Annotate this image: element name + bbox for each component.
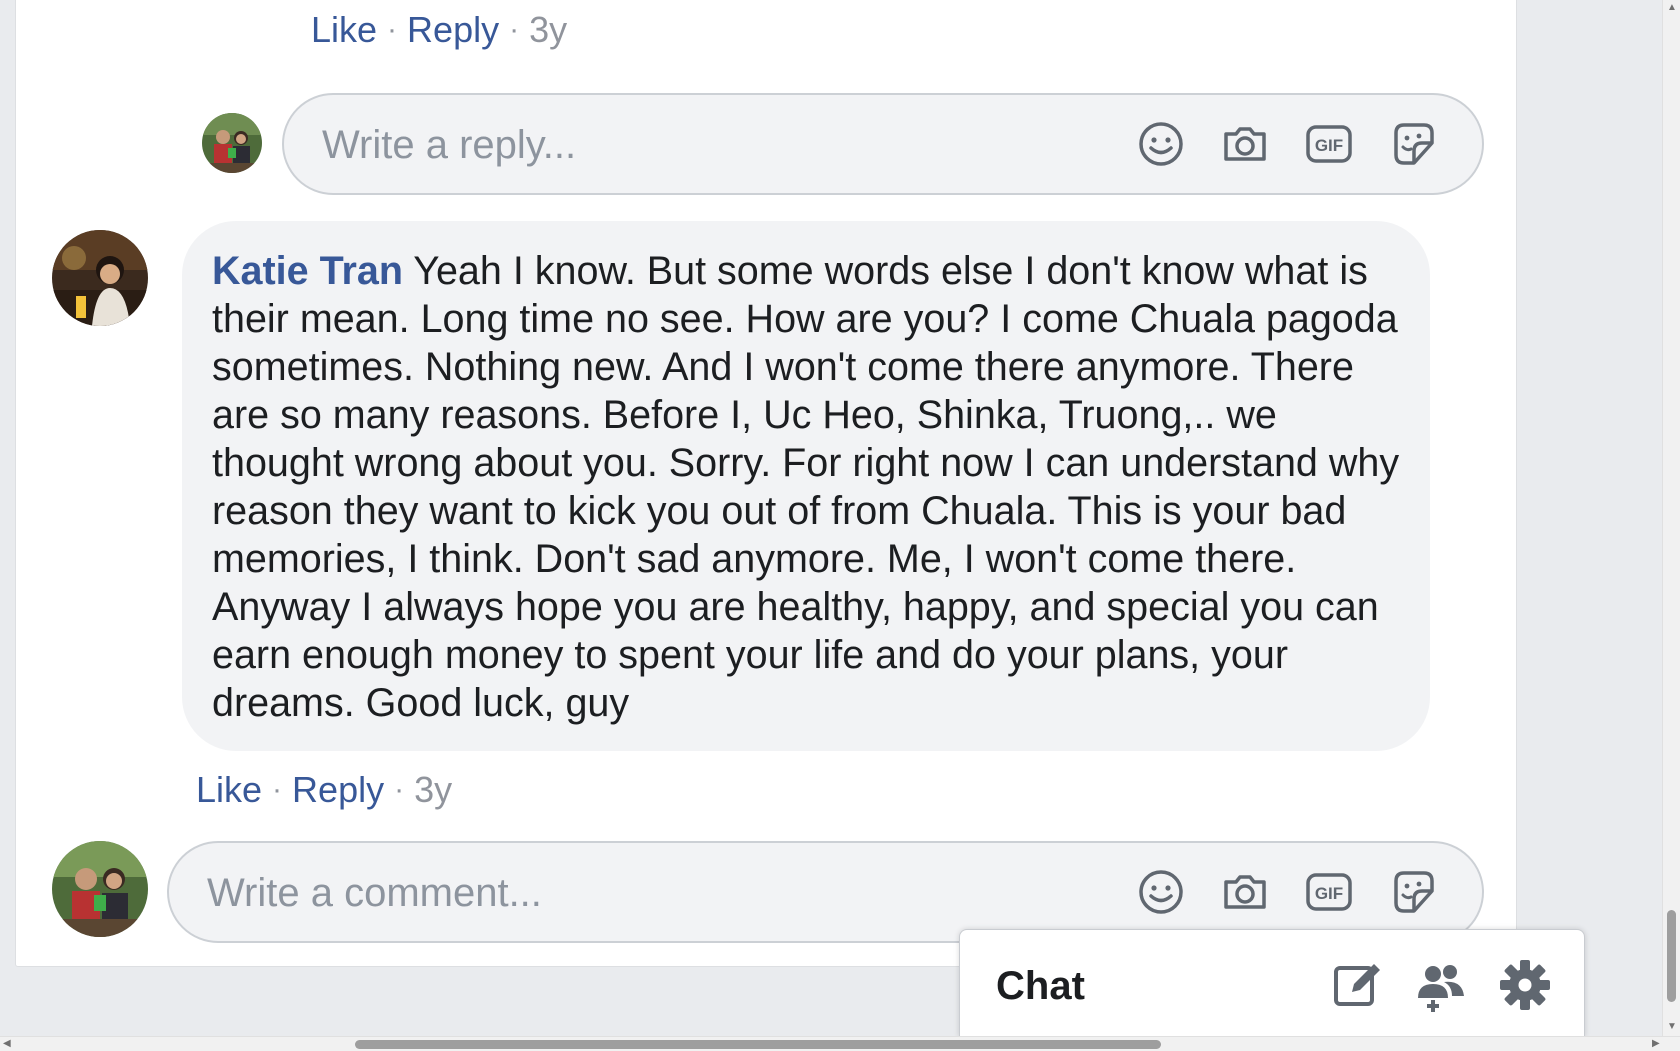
sticker-icon[interactable] — [1388, 119, 1438, 169]
comment-actions: Like · Reply · 3y — [196, 769, 452, 811]
previous-reply-actions: Like · Reply · 3y — [311, 9, 567, 51]
like-link[interactable]: Like — [196, 769, 262, 811]
comment-bubble: Katie Tran Yeah I know. But some words e… — [182, 221, 1430, 751]
comment-input[interactable] — [205, 843, 969, 943]
separator-dot: · — [272, 773, 283, 806]
separator-dot: · — [509, 13, 520, 46]
settings-gear-icon[interactable] — [1498, 958, 1552, 1012]
compose-icon[interactable] — [1330, 958, 1384, 1012]
like-link[interactable]: Like — [311, 9, 377, 51]
timestamp: 3y — [529, 9, 568, 50]
vertical-scrollbar[interactable]: ▲ ▼ — [1662, 0, 1680, 1036]
camera-icon[interactable] — [1220, 867, 1270, 917]
scroll-down-arrow-icon[interactable]: ▼ — [1667, 1022, 1677, 1032]
emoji-icon[interactable] — [1136, 119, 1186, 169]
horizontal-scrollbar[interactable]: ◀ ▶ — [0, 1036, 1680, 1051]
reply-link[interactable]: Reply — [407, 9, 499, 51]
chat-sidebar-bar[interactable]: Chat — [959, 929, 1585, 1036]
comment-text: Yeah I know. But some words else I don't… — [212, 249, 1400, 725]
chat-title[interactable]: Chat — [996, 964, 1085, 1009]
svg-text:GIF: GIF — [1315, 884, 1343, 903]
separator-dot: · — [394, 773, 405, 806]
create-group-icon[interactable] — [1414, 958, 1468, 1012]
comment-input-box[interactable]: GIF — [167, 841, 1484, 943]
post-comments-card: Like · Reply · 3y Write a reply... GIF K… — [15, 0, 1517, 967]
horizontal-scrollbar-thumb[interactable] — [355, 1040, 1161, 1049]
timestamp: 3y — [414, 769, 453, 810]
comment-author-link[interactable]: Katie Tran — [212, 249, 403, 293]
current-user-avatar[interactable] — [52, 841, 148, 937]
separator-dot: · — [387, 13, 398, 46]
scroll-right-arrow-icon[interactable]: ▶ — [1652, 1038, 1660, 1049]
scroll-up-arrow-icon[interactable]: ▲ — [1667, 3, 1677, 13]
current-user-avatar-small[interactable] — [202, 113, 262, 173]
emoji-icon[interactable] — [1136, 867, 1186, 917]
svg-text:GIF: GIF — [1315, 136, 1343, 155]
scroll-left-arrow-icon[interactable]: ◀ — [3, 1038, 11, 1049]
commenter-avatar[interactable] — [52, 230, 148, 326]
vertical-scrollbar-thumb[interactable] — [1667, 910, 1676, 1002]
camera-icon[interactable] — [1220, 119, 1270, 169]
sticker-icon[interactable] — [1388, 867, 1438, 917]
gif-icon[interactable]: GIF — [1304, 867, 1354, 917]
reply-input-box[interactable]: GIF — [282, 93, 1484, 195]
gif-icon[interactable]: GIF — [1304, 119, 1354, 169]
page-viewport: Like · Reply · 3y Write a reply... GIF K… — [0, 0, 1662, 1036]
reply-input[interactable] — [320, 95, 1084, 195]
reply-link[interactable]: Reply — [292, 769, 384, 811]
